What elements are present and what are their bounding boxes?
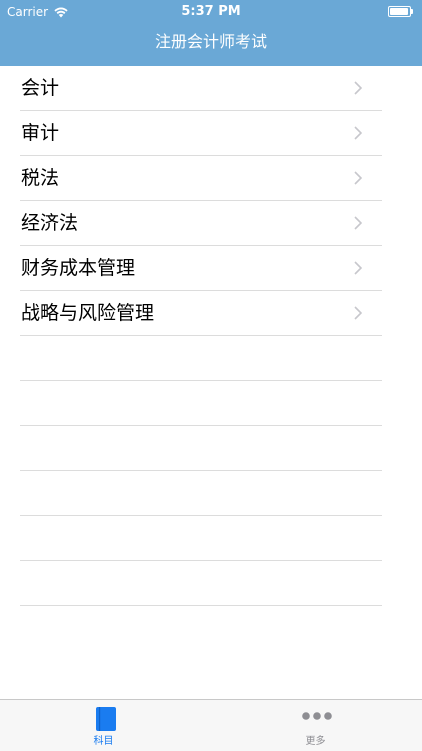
more-dots-icon [301, 712, 332, 720]
tab-more[interactable]: 更多 [211, 700, 422, 751]
subject-row-economic-law[interactable]: 经济法 [20, 201, 382, 246]
subject-list: 会计 审计 税法 经济法 财务成本管理 战略与风险管理 [0, 66, 422, 606]
empty-row [20, 336, 382, 381]
empty-row [20, 381, 382, 426]
subject-row-accounting[interactable]: 会计 [20, 66, 382, 111]
tab-bar: 科目 更多 [0, 699, 422, 751]
page-title: 注册会计师考试 [154, 32, 267, 51]
chevron-right-icon [354, 126, 362, 140]
subject-label: 财务成本管理 [21, 257, 136, 279]
subject-row-audit[interactable]: 审计 [20, 111, 382, 156]
battery-icon [388, 6, 414, 17]
book-icon [95, 707, 116, 731]
status-time: 5:37 PM [181, 4, 241, 19]
subject-row-financial-cost-management[interactable]: 财务成本管理 [20, 246, 382, 291]
subject-row-strategy-risk-management[interactable]: 战略与风险管理 [20, 291, 382, 336]
tab-label: 更多 [305, 736, 326, 747]
chevron-right-icon [354, 216, 362, 230]
subject-label: 审计 [21, 122, 60, 144]
subject-row-tax-law[interactable]: 税法 [20, 156, 382, 201]
status-bar: Carrier 5:37 PM [0, 0, 422, 24]
empty-row [20, 426, 382, 471]
empty-row [20, 471, 382, 516]
chevron-right-icon [354, 306, 362, 320]
chevron-right-icon [354, 81, 362, 95]
empty-row [20, 516, 382, 561]
subject-label: 经济法 [21, 212, 79, 234]
tab-label: 科目 [93, 736, 114, 747]
empty-row [20, 561, 382, 606]
subject-label: 税法 [21, 167, 60, 189]
chevron-right-icon [354, 171, 362, 185]
subject-label: 战略与风险管理 [21, 302, 155, 324]
navigation-bar: Carrier 5:37 PM 注册会计师考试 [0, 0, 422, 66]
tab-subjects[interactable]: 科目 [0, 700, 211, 751]
chevron-right-icon [354, 261, 362, 275]
subject-label: 会计 [21, 77, 60, 99]
